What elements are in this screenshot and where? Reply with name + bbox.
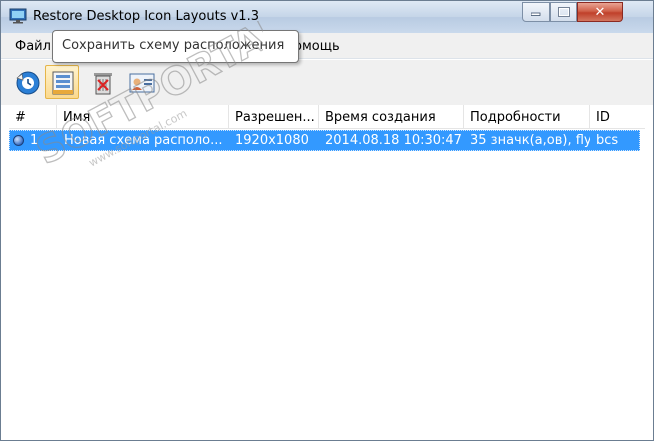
delete-layout-button[interactable]	[85, 65, 119, 99]
list-header: # Имя Разрешен... Время создания Подробн…	[9, 105, 645, 129]
column-header-name[interactable]: Имя	[57, 105, 229, 129]
layouts-list: # Имя Разрешен... Время создания Подробн…	[9, 105, 645, 433]
tooltip-save-layout: Сохранить схему расположения	[52, 30, 299, 63]
minimize-button[interactable]	[522, 2, 550, 22]
save-layout-button[interactable]	[45, 65, 79, 99]
maximize-icon	[557, 7, 570, 17]
restore-layout-button[interactable]	[10, 65, 44, 99]
restore-layout-icon	[16, 71, 40, 95]
window-title: Restore Desktop Icon Layouts v1.3	[33, 9, 259, 24]
properties-button[interactable]	[124, 65, 158, 99]
toolbar	[1, 60, 653, 105]
maximize-button[interactable]	[550, 2, 577, 22]
close-icon: ✕	[594, 4, 606, 20]
row-resolution: 1920x1080	[235, 133, 309, 148]
column-header-number[interactable]: #	[9, 105, 57, 129]
column-header-details[interactable]: Подробности	[464, 105, 590, 129]
column-header-id[interactable]: ID	[590, 105, 645, 129]
properties-icon	[129, 73, 155, 93]
layout-globe-icon	[13, 135, 24, 146]
column-header-created[interactable]: Время создания	[319, 105, 464, 129]
app-monitor-icon	[9, 8, 27, 24]
close-button[interactable]: ✕	[577, 2, 623, 22]
minimize-icon	[531, 12, 541, 16]
title-bar[interactable]: Restore Desktop Icon Layouts v1.3 ✕	[1, 1, 653, 33]
save-layout-icon	[52, 71, 74, 95]
row-details: 35 значк(а,ов), fly	[470, 133, 590, 148]
delete-layout-icon	[94, 73, 112, 95]
column-header-resolution[interactable]: Разрешен...	[229, 105, 319, 129]
table-row[interactable]: 1 Новая схема располо... 1920x1080 2014.…	[9, 130, 640, 151]
menu-file[interactable]: Файл	[15, 39, 51, 54]
row-name: Новая схема располо...	[64, 133, 223, 148]
row-id: bcs	[596, 133, 619, 148]
row-number: 1	[30, 133, 39, 148]
menu-help[interactable]: омощь	[294, 39, 340, 54]
row-created: 2014.08.18 10:30:47	[325, 133, 462, 148]
app-window: Restore Desktop Icon Layouts v1.3 ✕ Файл…	[0, 0, 654, 441]
